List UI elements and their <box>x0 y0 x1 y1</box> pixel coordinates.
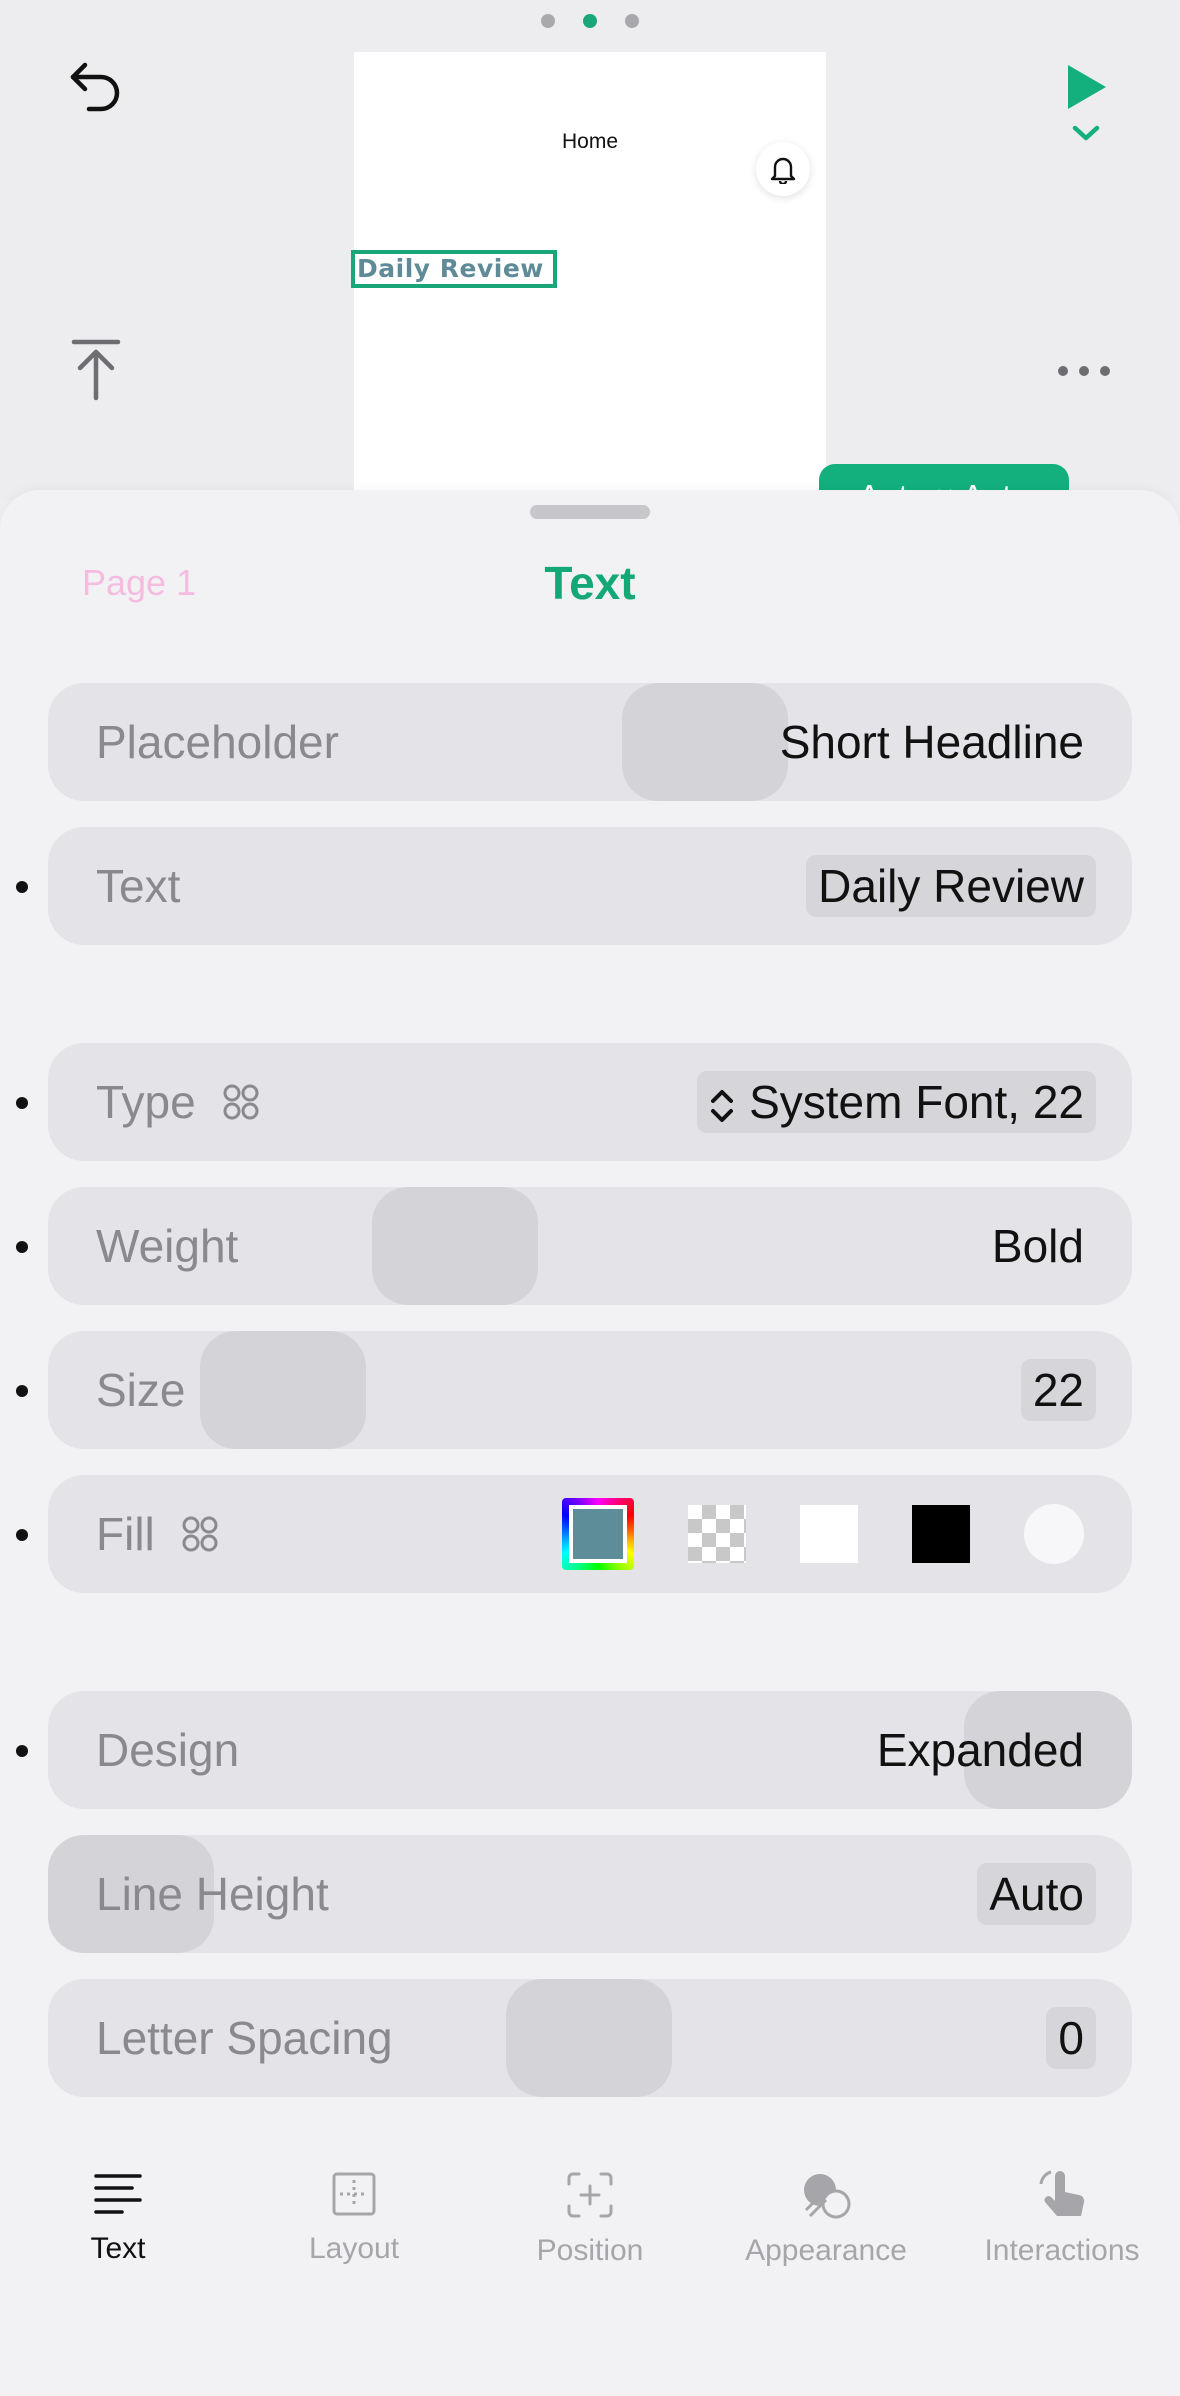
type-label-group: Type <box>96 1075 697 1129</box>
sheet-title: Text <box>544 557 636 609</box>
row-bullet <box>16 1745 28 1757</box>
weight-value[interactable]: Bold <box>992 1219 1084 1273</box>
play-icon <box>1068 65 1106 109</box>
inspector-tab-bar: Text Layout Position Appearance Interact… <box>0 2150 1180 2290</box>
page-dot-active[interactable] <box>583 14 597 28</box>
tab-label: Layout <box>308 2232 400 2265</box>
line-height-value-field[interactable]: Auto <box>977 1863 1096 1925</box>
selected-color-preview <box>569 1505 627 1563</box>
bell-icon <box>770 157 796 184</box>
more-options-button[interactable] <box>1044 336 1124 406</box>
tab-text[interactable]: Text <box>0 2150 236 2290</box>
black-swatch[interactable] <box>912 1505 970 1563</box>
tab-appearance[interactable]: Appearance <box>708 2150 944 2290</box>
variable-binding-icon[interactable] <box>222 1083 260 1121</box>
tab-layout[interactable]: Layout <box>236 2150 472 2290</box>
text-value-field[interactable]: Daily Review <box>806 855 1096 917</box>
preview-nav-title: Home <box>561 130 619 153</box>
tab-label: Position <box>536 2234 644 2267</box>
arrow-to-top-icon <box>71 339 121 401</box>
screen-preview[interactable]: Home Daily Review Auto × Auto <box>351 52 1069 530</box>
fill-label: Fill <box>96 1508 155 1560</box>
letter-spacing-row[interactable]: Letter Spacing 0 <box>48 1979 1132 2097</box>
font-picker[interactable]: System Font, 22 <box>697 1071 1096 1133</box>
chevron-down-icon <box>1072 125 1100 141</box>
page-dot[interactable] <box>625 14 639 28</box>
custom-color-swatch[interactable] <box>562 1498 634 1570</box>
tab-label: Text <box>90 2232 146 2265</box>
placeholder-value[interactable]: Short Headline <box>780 715 1084 769</box>
sheet-grabber[interactable] <box>530 505 650 519</box>
fill-row[interactable]: Fill <box>48 1475 1132 1593</box>
fill-label-group: Fill <box>96 1507 562 1561</box>
weight-row[interactable]: Weight Bold <box>48 1187 1132 1305</box>
undo-icon <box>70 62 120 112</box>
letter-spacing-label: Letter Spacing <box>96 2012 393 2064</box>
clear-fill-swatch[interactable] <box>1024 1504 1084 1564</box>
fill-swatches <box>562 1498 1084 1570</box>
size-row[interactable]: Size 22 <box>48 1331 1132 1449</box>
appearance-icon <box>804 2174 851 2219</box>
undo-button[interactable] <box>56 46 136 126</box>
more-dots-icon <box>1058 366 1110 376</box>
size-label: Size <box>96 1364 186 1416</box>
design-value[interactable]: Expanded <box>877 1723 1084 1777</box>
placeholder-row[interactable]: Placeholder Short Headline <box>48 683 1132 801</box>
layout-icon <box>332 2172 376 2216</box>
tap-hand-icon <box>1039 2170 1085 2216</box>
row-bullet <box>16 1385 28 1397</box>
page-indicator[interactable] <box>0 14 1180 28</box>
tab-label: Appearance <box>745 2234 907 2267</box>
variable-binding-icon[interactable] <box>181 1515 219 1553</box>
text-row[interactable]: Text Daily Review <box>48 827 1132 945</box>
weight-label: Weight <box>96 1220 239 1272</box>
type-value: System Font, 22 <box>749 1076 1084 1128</box>
line-height-row[interactable]: Line Height Auto <box>48 1835 1132 1953</box>
selected-text-element[interactable]: Daily Review <box>351 250 557 288</box>
notification-button[interactable] <box>756 142 810 196</box>
tab-interactions[interactable]: Interactions <box>944 2150 1180 2290</box>
tab-position[interactable]: Position <box>472 2150 708 2290</box>
up-down-chevron-icon <box>711 1089 734 1122</box>
size-value-field[interactable]: 22 <box>1020 1359 1096 1421</box>
play-button[interactable] <box>1046 48 1126 158</box>
position-icon <box>567 2172 613 2218</box>
text-lines-icon <box>94 2174 142 2214</box>
type-label: Type <box>96 1076 196 1128</box>
move-to-top-button[interactable] <box>56 330 136 410</box>
letter-spacing-value-field[interactable]: 0 <box>1046 2007 1096 2069</box>
row-bullet <box>16 1097 28 1109</box>
white-swatch[interactable] <box>800 1505 858 1563</box>
transparent-swatch[interactable] <box>688 1505 746 1563</box>
placeholder-label: Placeholder <box>96 716 339 768</box>
row-bullet <box>16 881 28 893</box>
text-label: Text <box>96 860 181 912</box>
design-row[interactable]: Design Expanded <box>48 1691 1132 1809</box>
type-row[interactable]: Type System Font, 22 <box>48 1043 1132 1161</box>
line-height-label: Line Height <box>96 1868 329 1920</box>
row-bullet <box>16 1241 28 1253</box>
row-bullet <box>16 1529 28 1541</box>
tab-label: Interactions <box>984 2234 1140 2267</box>
page-dot[interactable] <box>541 14 555 28</box>
design-label: Design <box>96 1724 240 1776</box>
